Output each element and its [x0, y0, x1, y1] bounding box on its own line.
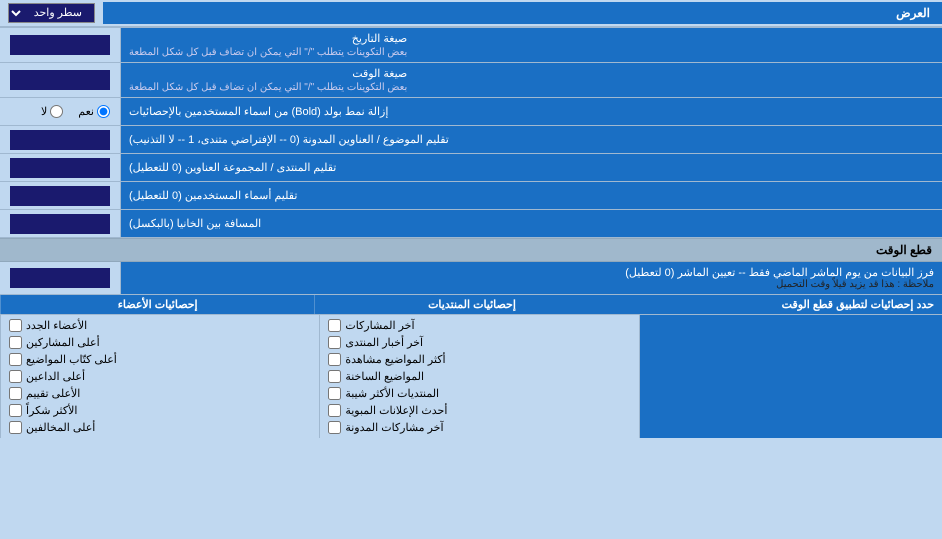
cb-forum-6[interactable] — [328, 404, 341, 417]
list-item: آخر المشاركات — [328, 317, 630, 334]
checkboxes-section-header: حدد إحصائيات لتطبيق قطع الوقت إحصائيات ا… — [0, 295, 942, 315]
forum-limit-label: تقليم المنتدى / المجموعة العناوين (0 للت… — [120, 154, 942, 181]
bold-no-radio[interactable] — [50, 105, 63, 118]
topic-limit-label: تقليم الموضوع / العناوين المدونة (0 -- ا… — [120, 126, 942, 153]
list-item: الأعلى تقييم — [9, 385, 311, 402]
list-item: آخر أخبار المنتدى — [328, 334, 630, 351]
display-label: العرض — [103, 2, 942, 24]
bold-no-label[interactable]: لا — [41, 105, 63, 118]
date-format-label: صيغة التاريخ بعض التكوينات يتطلب "/" الت… — [120, 28, 942, 62]
time-format-input[interactable]: H:i — [10, 70, 110, 90]
time-format-row: صيغة الوقت بعض التكوينات يتطلب "/" التي … — [0, 63, 942, 98]
list-item: آخر مشاركات المدونة — [328, 419, 630, 436]
list-item: أكثر المواضيع مشاهدة — [328, 351, 630, 368]
bold-yes-label[interactable]: نعم — [78, 105, 110, 118]
username-limit-input-area: 0 — [0, 182, 120, 209]
checkboxes-main-header: حدد إحصائيات لتطبيق قطع الوقت — [629, 295, 942, 314]
gap-row: المسافة بين الخانيا (بالبكسل) 2 — [0, 210, 942, 238]
cb-forum-4[interactable] — [328, 370, 341, 383]
bold-remove-options: نعم لا — [0, 98, 120, 125]
blank-left-col — [639, 315, 942, 438]
cb-member-6[interactable] — [9, 404, 22, 417]
header-row: العرض سطر واحد — [0, 0, 942, 28]
topic-limit-input-area: 33 — [0, 126, 120, 153]
col3-header: إحصائيات الأعضاء — [0, 295, 314, 314]
cb-member-3[interactable] — [9, 353, 22, 366]
cb-member-4[interactable] — [9, 370, 22, 383]
list-item: الأكثر شكراً — [9, 402, 311, 419]
list-item: المواضيع الساخنة — [328, 368, 630, 385]
cb-forum-2[interactable] — [328, 336, 341, 349]
time-format-input-area: H:i — [0, 63, 120, 97]
cb-member-1[interactable] — [9, 319, 22, 332]
cb-member-5[interactable] — [9, 387, 22, 400]
display-select-area: سطر واحد — [0, 0, 103, 26]
bold-remove-row: إزالة نمط بولد (Bold) من اسماء المستخدمي… — [0, 98, 942, 126]
cb-member-2[interactable] — [9, 336, 22, 349]
freeze-data-input-area: 0 — [0, 262, 120, 294]
list-item: أعلى المشاركين — [9, 334, 311, 351]
date-format-row: صيغة التاريخ بعض التكوينات يتطلب "/" الت… — [0, 28, 942, 63]
col2-header: إحصائيات المنتديات — [314, 295, 628, 314]
forum-limit-row: تقليم المنتدى / المجموعة العناوين (0 للت… — [0, 154, 942, 182]
checkboxes-body: آخر المشاركات آخر أخبار المنتدى أكثر الم… — [0, 315, 942, 438]
gap-input[interactable]: 2 — [10, 214, 110, 234]
freeze-data-input[interactable]: 0 — [10, 268, 110, 288]
cb-forum-3[interactable] — [328, 353, 341, 366]
time-format-label: صيغة الوقت بعض التكوينات يتطلب "/" التي … — [120, 63, 942, 97]
list-item: أعلى كتّاب المواضيع — [9, 351, 311, 368]
freeze-data-row: فرز البيانات من يوم الماشر الماضي فقط --… — [0, 262, 942, 295]
list-item: أعلى الداعين — [9, 368, 311, 385]
username-limit-row: تقليم أسماء المستخدمين (0 للتعطيل) 0 — [0, 182, 942, 210]
cb-forum-1[interactable] — [328, 319, 341, 332]
freeze-data-label: فرز البيانات من يوم الماشر الماضي فقط --… — [120, 262, 942, 294]
forum-stats-col: آخر المشاركات آخر أخبار المنتدى أكثر الم… — [319, 315, 638, 438]
display-select[interactable]: سطر واحد — [8, 3, 95, 23]
topic-limit-row: تقليم الموضوع / العناوين المدونة (0 -- ا… — [0, 126, 942, 154]
forum-limit-input[interactable]: 33 — [10, 158, 110, 178]
bold-yes-radio[interactable] — [97, 105, 110, 118]
cb-member-7[interactable] — [9, 421, 22, 434]
freeze-section-header: قطع الوقت — [0, 238, 942, 262]
username-limit-label: تقليم أسماء المستخدمين (0 للتعطيل) — [120, 182, 942, 209]
list-item: المنتديات الأكثر شيبة — [328, 385, 630, 402]
topic-limit-input[interactable]: 33 — [10, 130, 110, 150]
forum-limit-input-area: 33 — [0, 154, 120, 181]
date-format-input-area: d-m — [0, 28, 120, 62]
cb-forum-7[interactable] — [328, 421, 341, 434]
list-item: أعلى المخالفين — [9, 419, 311, 436]
username-limit-input[interactable]: 0 — [10, 186, 110, 206]
bold-remove-label: إزالة نمط بولد (Bold) من اسماء المستخدمي… — [120, 98, 942, 125]
list-item: أحدث الإعلانات المبوية — [328, 402, 630, 419]
main-container: العرض سطر واحد صيغة التاريخ بعض التكوينا… — [0, 0, 942, 438]
date-format-input[interactable]: d-m — [10, 35, 110, 55]
list-item: الأعضاء الجدد — [9, 317, 311, 334]
gap-label: المسافة بين الخانيا (بالبكسل) — [120, 210, 942, 237]
gap-input-area: 2 — [0, 210, 120, 237]
cb-forum-5[interactable] — [328, 387, 341, 400]
member-stats-col: الأعضاء الجدد أعلى المشاركين أعلى كتّاب … — [0, 315, 319, 438]
